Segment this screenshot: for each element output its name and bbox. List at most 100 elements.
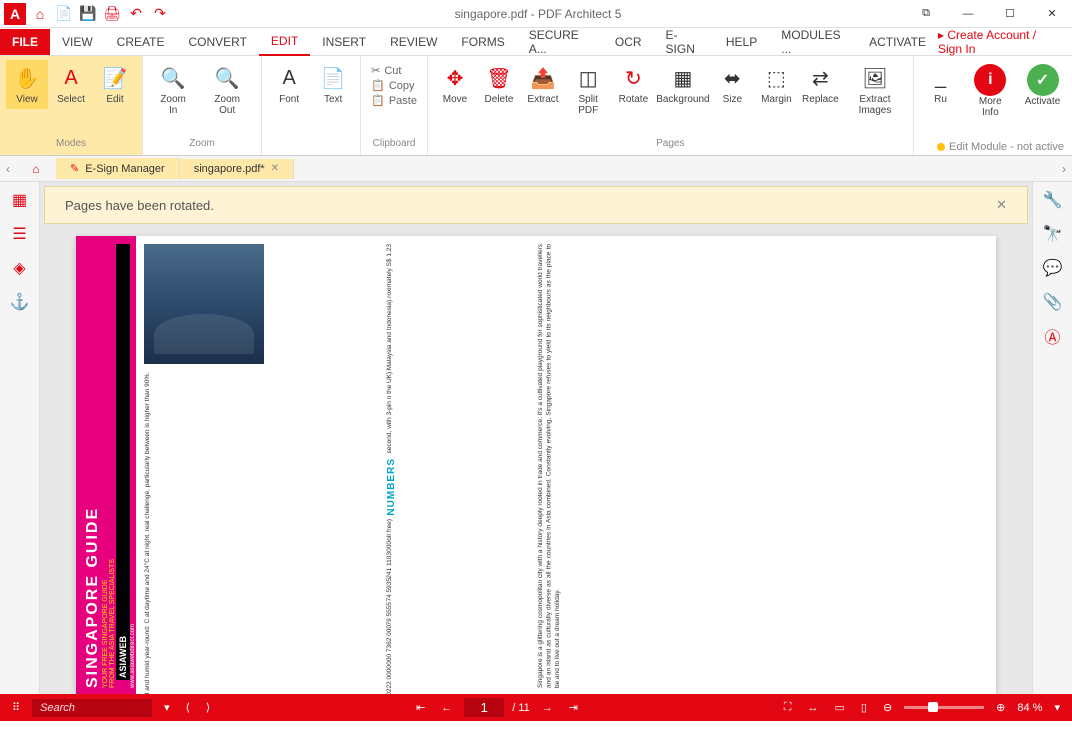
new-icon[interactable]: 📄	[54, 4, 74, 24]
restore-down-icon[interactable]: ⧉	[906, 0, 946, 28]
replace-button[interactable]: ⇄Replace	[799, 60, 841, 109]
tab-close-icon[interactable]: ✕	[271, 163, 279, 174]
split-button[interactable]: ◫Split PDF	[566, 60, 610, 120]
next-page-icon[interactable]: →	[538, 702, 557, 714]
attachment-icon[interactable]: 📎	[1041, 290, 1065, 314]
menu-convert[interactable]: CONVERT	[176, 29, 258, 55]
search-next-icon[interactable]: ⟩	[202, 701, 214, 714]
font-button[interactable]: AFont	[268, 60, 310, 109]
zoom-dropdown-icon[interactable]: ▾	[1050, 701, 1064, 714]
rotate-button[interactable]: ↻Rotate	[612, 60, 654, 109]
home-tab-icon[interactable]: ⌂	[32, 162, 39, 176]
edit-icon: 📝	[101, 64, 129, 92]
app-icon[interactable]: A	[4, 3, 26, 25]
group-modes: ✋View ASelect 📝Edit Modes	[0, 56, 143, 155]
first-page-icon[interactable]: ⇤	[412, 701, 429, 714]
menu-create[interactable]: CREATE	[105, 29, 177, 55]
background-icon: ▦	[669, 64, 697, 92]
tab-file[interactable]: singapore.pdf*✕	[180, 159, 294, 179]
paste-icon: 📋	[371, 94, 385, 107]
print-icon[interactable]: 🖨	[102, 4, 122, 24]
text-icon: 📄	[319, 64, 347, 92]
menu-edit[interactable]: EDIT	[259, 28, 310, 56]
stamp-icon[interactable]: Ⓐ	[1041, 324, 1065, 348]
status-menu-icon[interactable]: ⠿	[8, 701, 24, 714]
account-link[interactable]: ▸ Create Account / Sign In	[938, 28, 1072, 56]
size-icon: ⬌	[718, 64, 746, 92]
copy-button[interactable]: 📋Copy	[371, 79, 417, 92]
fit-page-icon[interactable]: ▭	[830, 701, 848, 714]
binoculars-icon[interactable]: 🔭	[1041, 222, 1065, 246]
delete-button[interactable]: 🗑Delete	[478, 60, 520, 109]
save-icon[interactable]: 💾	[78, 4, 98, 24]
search-dropdown-icon[interactable]: ▾	[160, 701, 174, 714]
window-controls: ⧉ — ☐ ✕	[906, 0, 1072, 28]
activate-button[interactable]: ✓Activate	[1019, 60, 1066, 111]
text-button[interactable]: 📄Text	[312, 60, 354, 109]
module-status: Edit Module - not active	[937, 141, 1064, 153]
content-area: Pages have been rotated. ✕ SINGAPORE GUI…	[40, 182, 1032, 694]
background-button[interactable]: ▦Background	[656, 60, 709, 109]
fit-width-icon[interactable]: ↔	[803, 702, 822, 714]
last-page-icon[interactable]: ⇥	[565, 701, 582, 714]
chevron-left-icon[interactable]: ‹	[0, 162, 16, 176]
view-button[interactable]: ✋View	[6, 60, 48, 109]
redo-icon[interactable]: ↷	[150, 4, 170, 24]
bookmarks-icon[interactable]: ☰	[8, 222, 32, 246]
menu-activate[interactable]: ACTIVATE	[857, 29, 938, 55]
thumbnails-icon[interactable]: ▦	[8, 188, 32, 212]
menu-file[interactable]: FILE	[0, 29, 50, 55]
notice-close-icon[interactable]: ✕	[996, 197, 1007, 213]
zoom-out-button[interactable]: 🔍Zoom Out	[199, 60, 255, 120]
menu-view[interactable]: VIEW	[50, 29, 105, 55]
layers-icon[interactable]: ◈	[8, 256, 32, 280]
chevron-right-icon[interactable]: ›	[1056, 162, 1072, 176]
more-info-button[interactable]: iMore Info	[964, 60, 1018, 122]
zoom-in-button[interactable]: 🔍Zoom In	[149, 60, 197, 120]
extract-icon: 📤	[529, 64, 557, 92]
menu-ocr[interactable]: OCR	[603, 29, 654, 55]
menu-help[interactable]: HELP	[714, 29, 769, 55]
zoom-in-icon[interactable]: ⊕	[992, 701, 1009, 714]
menu-insert[interactable]: INSERT	[310, 29, 378, 55]
group-clipboard: ✂Cut 📋Copy 📋Paste Clipboard	[361, 56, 428, 155]
extract-button[interactable]: 📤Extract	[522, 60, 564, 109]
zoom-level: 84 %	[1017, 702, 1042, 714]
fullscreen-icon[interactable]: ⛶	[780, 701, 796, 714]
comment-icon[interactable]: 💬	[1041, 256, 1065, 280]
tab-esign[interactable]: ✎E-Sign Manager	[56, 158, 180, 179]
undo-icon[interactable]: ↶	[126, 4, 146, 24]
move-button[interactable]: ✥Move	[434, 60, 476, 109]
single-page-icon[interactable]: ▯	[857, 701, 871, 714]
maximize-icon[interactable]: ☐	[990, 0, 1030, 28]
margin-button[interactable]: ⬚Margin	[755, 60, 797, 109]
prev-page-icon[interactable]: ←	[437, 702, 456, 714]
select-button[interactable]: ASelect	[50, 60, 92, 109]
photo-skyline	[144, 244, 264, 364]
group-label: Pages	[434, 136, 907, 151]
zoom-slider[interactable]	[904, 706, 984, 709]
page-viewport[interactable]: SINGAPORE GUIDE YOUR FREE SINGAPORE GUID…	[40, 228, 1032, 694]
menu-forms[interactable]: FORMS	[449, 29, 516, 55]
minimize-icon[interactable]: —	[948, 0, 988, 28]
quick-access: A ⌂ 📄 💾 🖨 ↶ ↷	[0, 3, 170, 25]
wrench-icon[interactable]: 🔧	[1041, 188, 1065, 212]
search-prev-icon[interactable]: ⟨	[182, 701, 194, 714]
menu-review[interactable]: REVIEW	[378, 29, 449, 55]
anchor-icon[interactable]: ⚓	[8, 290, 32, 314]
home-icon[interactable]: ⌂	[30, 4, 50, 24]
page-input[interactable]	[464, 698, 504, 717]
page-header-band: SINGAPORE GUIDE YOUR FREE SINGAPORE GUID…	[76, 236, 136, 694]
extract-images-button[interactable]: 🖼Extract Images	[843, 60, 906, 120]
ru-button[interactable]: _Ru	[920, 60, 962, 109]
group-font: AFont 📄Text	[262, 56, 361, 155]
notification-bar: Pages have been rotated. ✕	[44, 186, 1028, 224]
zoom-out-icon[interactable]: ⊖	[879, 701, 896, 714]
paste-button[interactable]: 📋Paste	[371, 94, 417, 107]
close-icon[interactable]: ✕	[1032, 0, 1072, 28]
check-icon: ✓	[1027, 64, 1059, 96]
cut-button[interactable]: ✂Cut	[371, 64, 417, 77]
search-input[interactable]	[32, 699, 152, 717]
size-button[interactable]: ⬌Size	[711, 60, 753, 109]
edit-button[interactable]: 📝Edit	[94, 60, 136, 109]
